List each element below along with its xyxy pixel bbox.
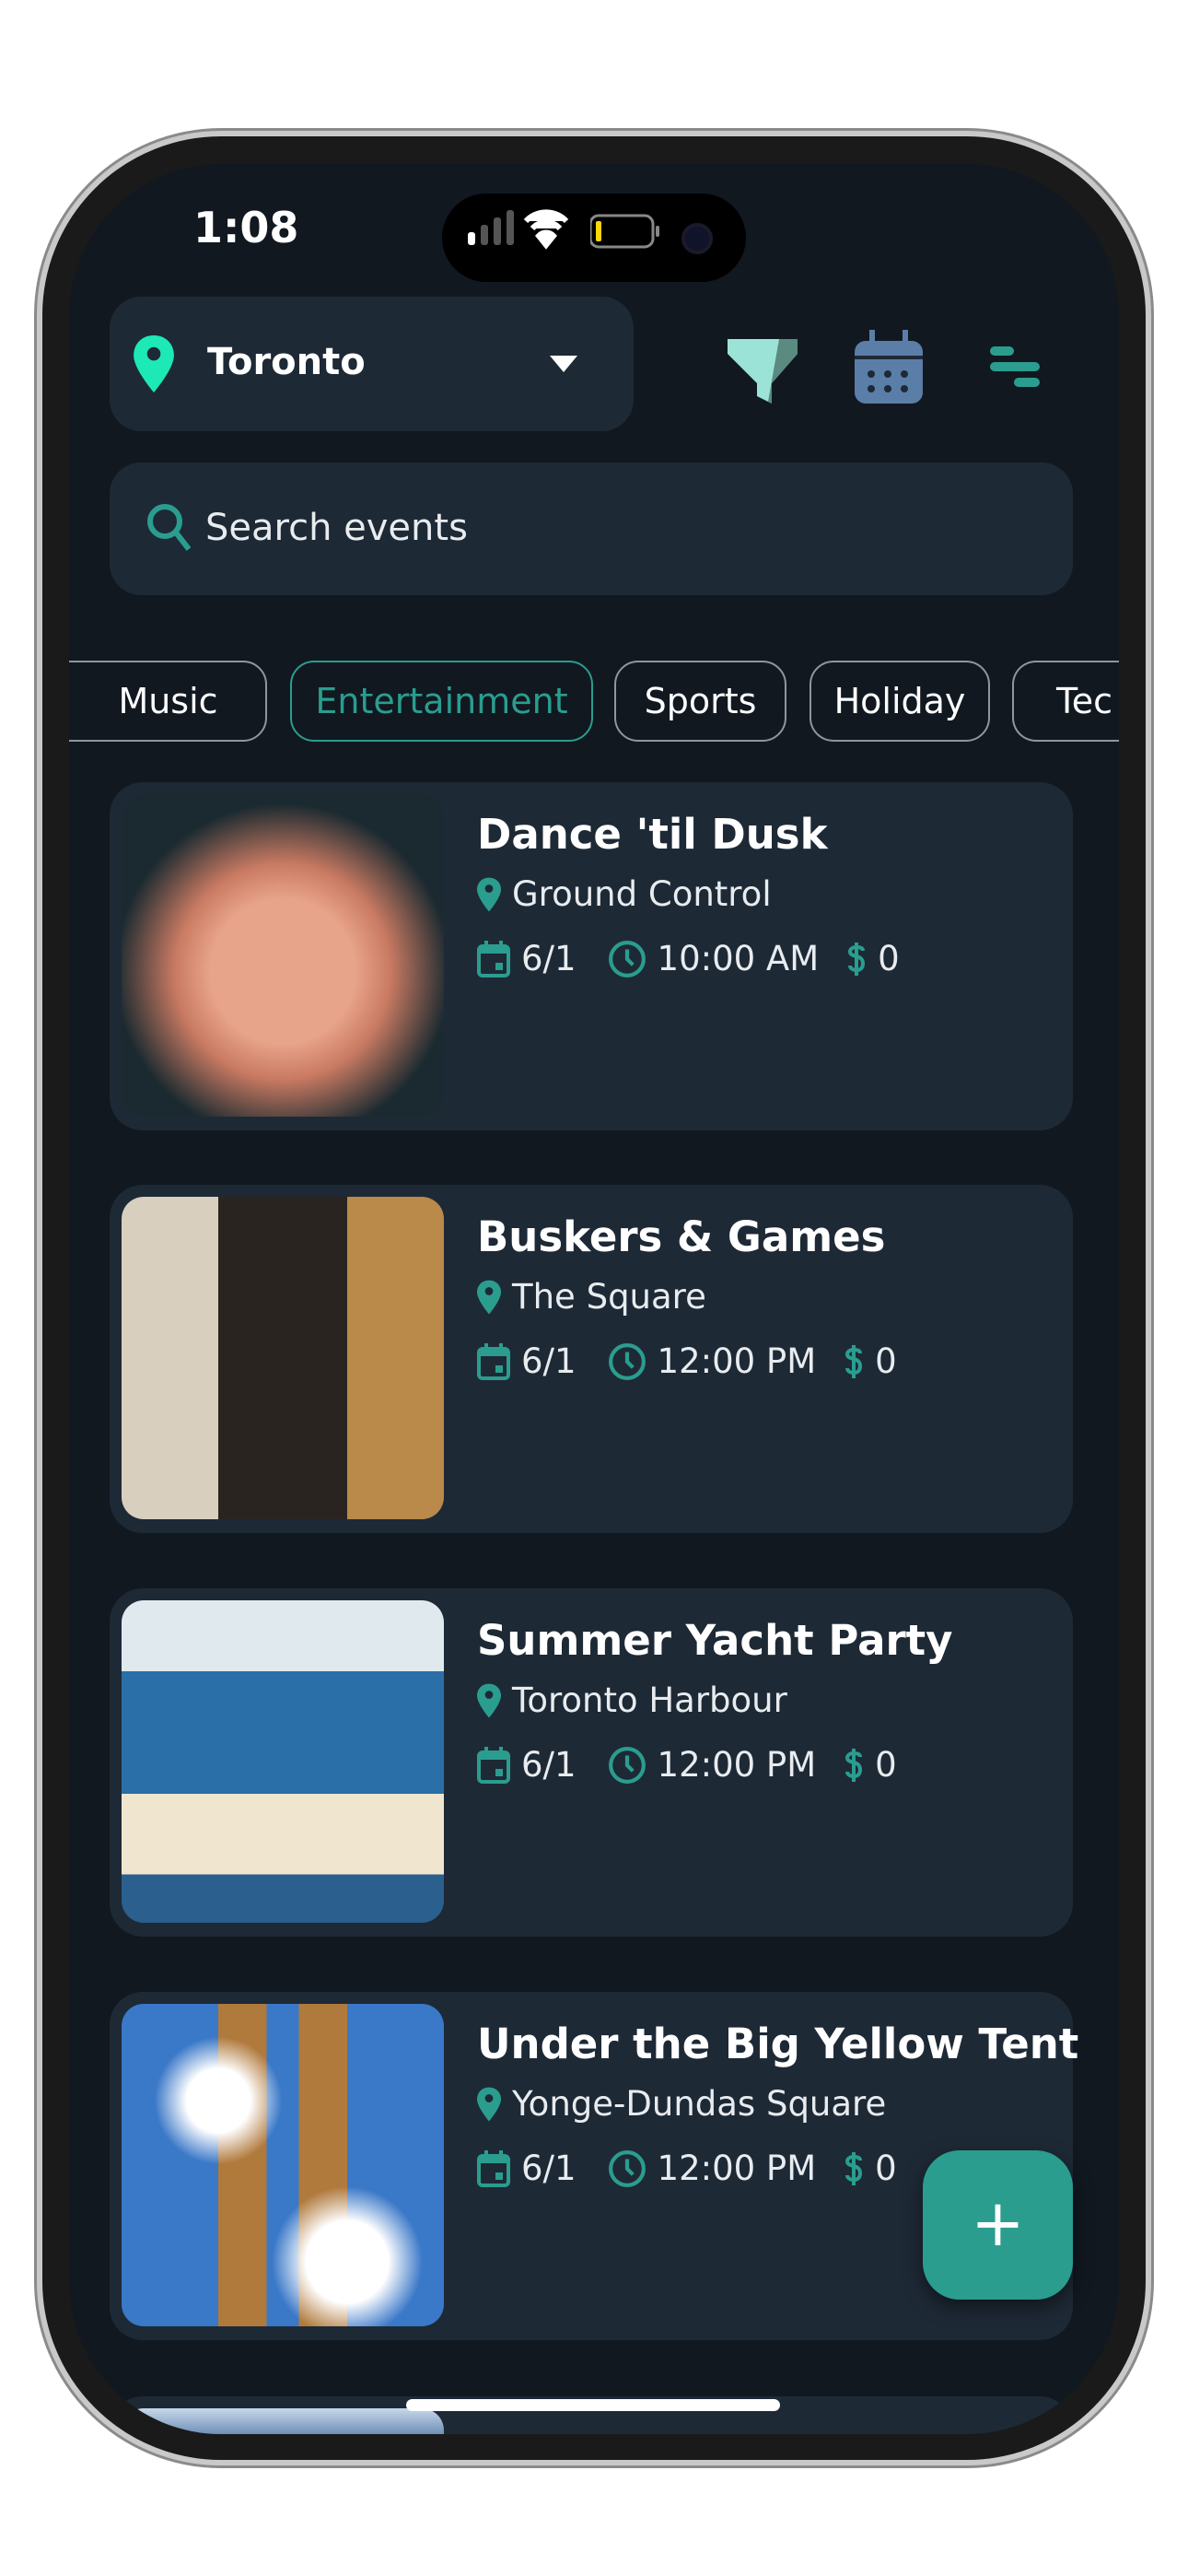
map-pin-icon xyxy=(477,2087,501,2121)
map-pin-icon xyxy=(477,1683,501,1717)
event-card[interactable]: Summer Yacht Party Toronto Harbour 6/1 1… xyxy=(110,1588,1073,1937)
event-meta-row: 6/1 12:00 PM 0 xyxy=(477,2149,897,2188)
event-image xyxy=(122,2408,444,2434)
add-event-button[interactable]: + xyxy=(923,2150,1073,2300)
wifi-icon xyxy=(523,209,569,250)
dollar-icon xyxy=(845,2151,863,2185)
event-price: 0 xyxy=(878,939,900,978)
event-image xyxy=(122,794,444,1117)
clock-icon xyxy=(608,2149,646,2187)
event-date: 6/1 xyxy=(521,1341,577,1381)
event-date: 6/1 xyxy=(521,2149,577,2188)
calendar-icon xyxy=(477,940,510,978)
map-pin-icon xyxy=(477,877,501,911)
signal-icon xyxy=(468,232,475,245)
event-image xyxy=(122,2004,444,2326)
category-chips: Music Entertainment Sports Holiday Tec xyxy=(69,661,1119,742)
event-image xyxy=(122,1197,444,1519)
dollar-icon xyxy=(845,1344,863,1378)
caret-down-icon xyxy=(550,356,577,372)
app-screen: 1:08 Toronto Search events Music Enterta… xyxy=(69,164,1119,2434)
location-name: Toronto xyxy=(207,341,366,383)
event-title: Summer Yacht Party xyxy=(477,1616,953,1665)
event-image xyxy=(122,1600,444,1923)
clock-icon xyxy=(608,1746,646,1784)
calendar-icon xyxy=(477,1342,510,1380)
event-venue-row: Yonge-Dundas Square xyxy=(477,2084,886,2124)
calendar-icon[interactable] xyxy=(855,330,923,404)
event-venue: Ground Control xyxy=(512,874,772,914)
event-time: 12:00 PM xyxy=(657,2149,817,2188)
event-title: Buskers & Games xyxy=(477,1212,886,1261)
event-title: Dance 'til Dusk xyxy=(477,810,828,859)
dollar-icon xyxy=(848,942,866,976)
event-time: 12:00 PM xyxy=(657,1745,817,1785)
event-title: Under the Big Yellow Tent xyxy=(477,2020,1079,2068)
chip-sports[interactable]: Sports xyxy=(614,661,786,742)
event-venue-row: The Square xyxy=(477,1277,706,1317)
chip-tech[interactable]: Tec xyxy=(1012,661,1119,742)
event-venue: Yonge-Dundas Square xyxy=(512,2084,887,2124)
camera xyxy=(681,223,713,254)
event-time: 10:00 AM xyxy=(657,939,820,978)
location-selector[interactable]: Toronto xyxy=(110,297,634,431)
event-meta-row: 6/1 10:00 AM 0 xyxy=(477,939,900,978)
search-placeholder: Search events xyxy=(205,507,468,549)
event-venue-row: Ground Control xyxy=(477,874,772,914)
search-icon xyxy=(147,504,191,551)
chip-music[interactable]: Music xyxy=(69,661,267,742)
event-meta-row: 6/1 12:00 PM 0 xyxy=(477,1745,897,1785)
calendar-icon xyxy=(477,1746,510,1784)
search-input[interactable]: Search events xyxy=(110,463,1073,595)
event-price: 0 xyxy=(875,1341,897,1381)
event-time: 12:00 PM xyxy=(657,1341,817,1381)
clock-icon xyxy=(608,1342,646,1380)
event-venue-row: Toronto Harbour xyxy=(477,1680,787,1720)
map-pin-icon xyxy=(134,335,174,392)
event-card[interactable]: Dance 'til Dusk Ground Control 6/1 10:00… xyxy=(110,782,1073,1130)
event-date: 6/1 xyxy=(521,939,577,978)
dollar-icon xyxy=(845,1748,863,1782)
event-card[interactable]: Buskers & Games The Square 6/1 12:00 PM … xyxy=(110,1185,1073,1533)
clock-icon xyxy=(608,940,646,978)
chip-holiday[interactable]: Holiday xyxy=(809,661,990,742)
chip-entertainment[interactable]: Entertainment xyxy=(290,661,593,742)
map-pin-icon xyxy=(477,1280,501,1314)
status-time: 1:08 xyxy=(193,203,299,252)
sort-icon[interactable] xyxy=(990,346,1040,387)
filter-icon[interactable] xyxy=(728,339,798,404)
event-venue: Toronto Harbour xyxy=(512,1680,787,1720)
event-meta-row: 6/1 12:00 PM 0 xyxy=(477,1341,897,1381)
calendar-icon xyxy=(477,2149,510,2187)
event-venue: The Square xyxy=(512,1277,706,1317)
event-price: 0 xyxy=(875,1745,897,1785)
event-price: 0 xyxy=(875,2149,897,2188)
battery-icon xyxy=(590,214,659,249)
event-date: 6/1 xyxy=(521,1745,577,1785)
home-indicator[interactable] xyxy=(406,2399,780,2411)
